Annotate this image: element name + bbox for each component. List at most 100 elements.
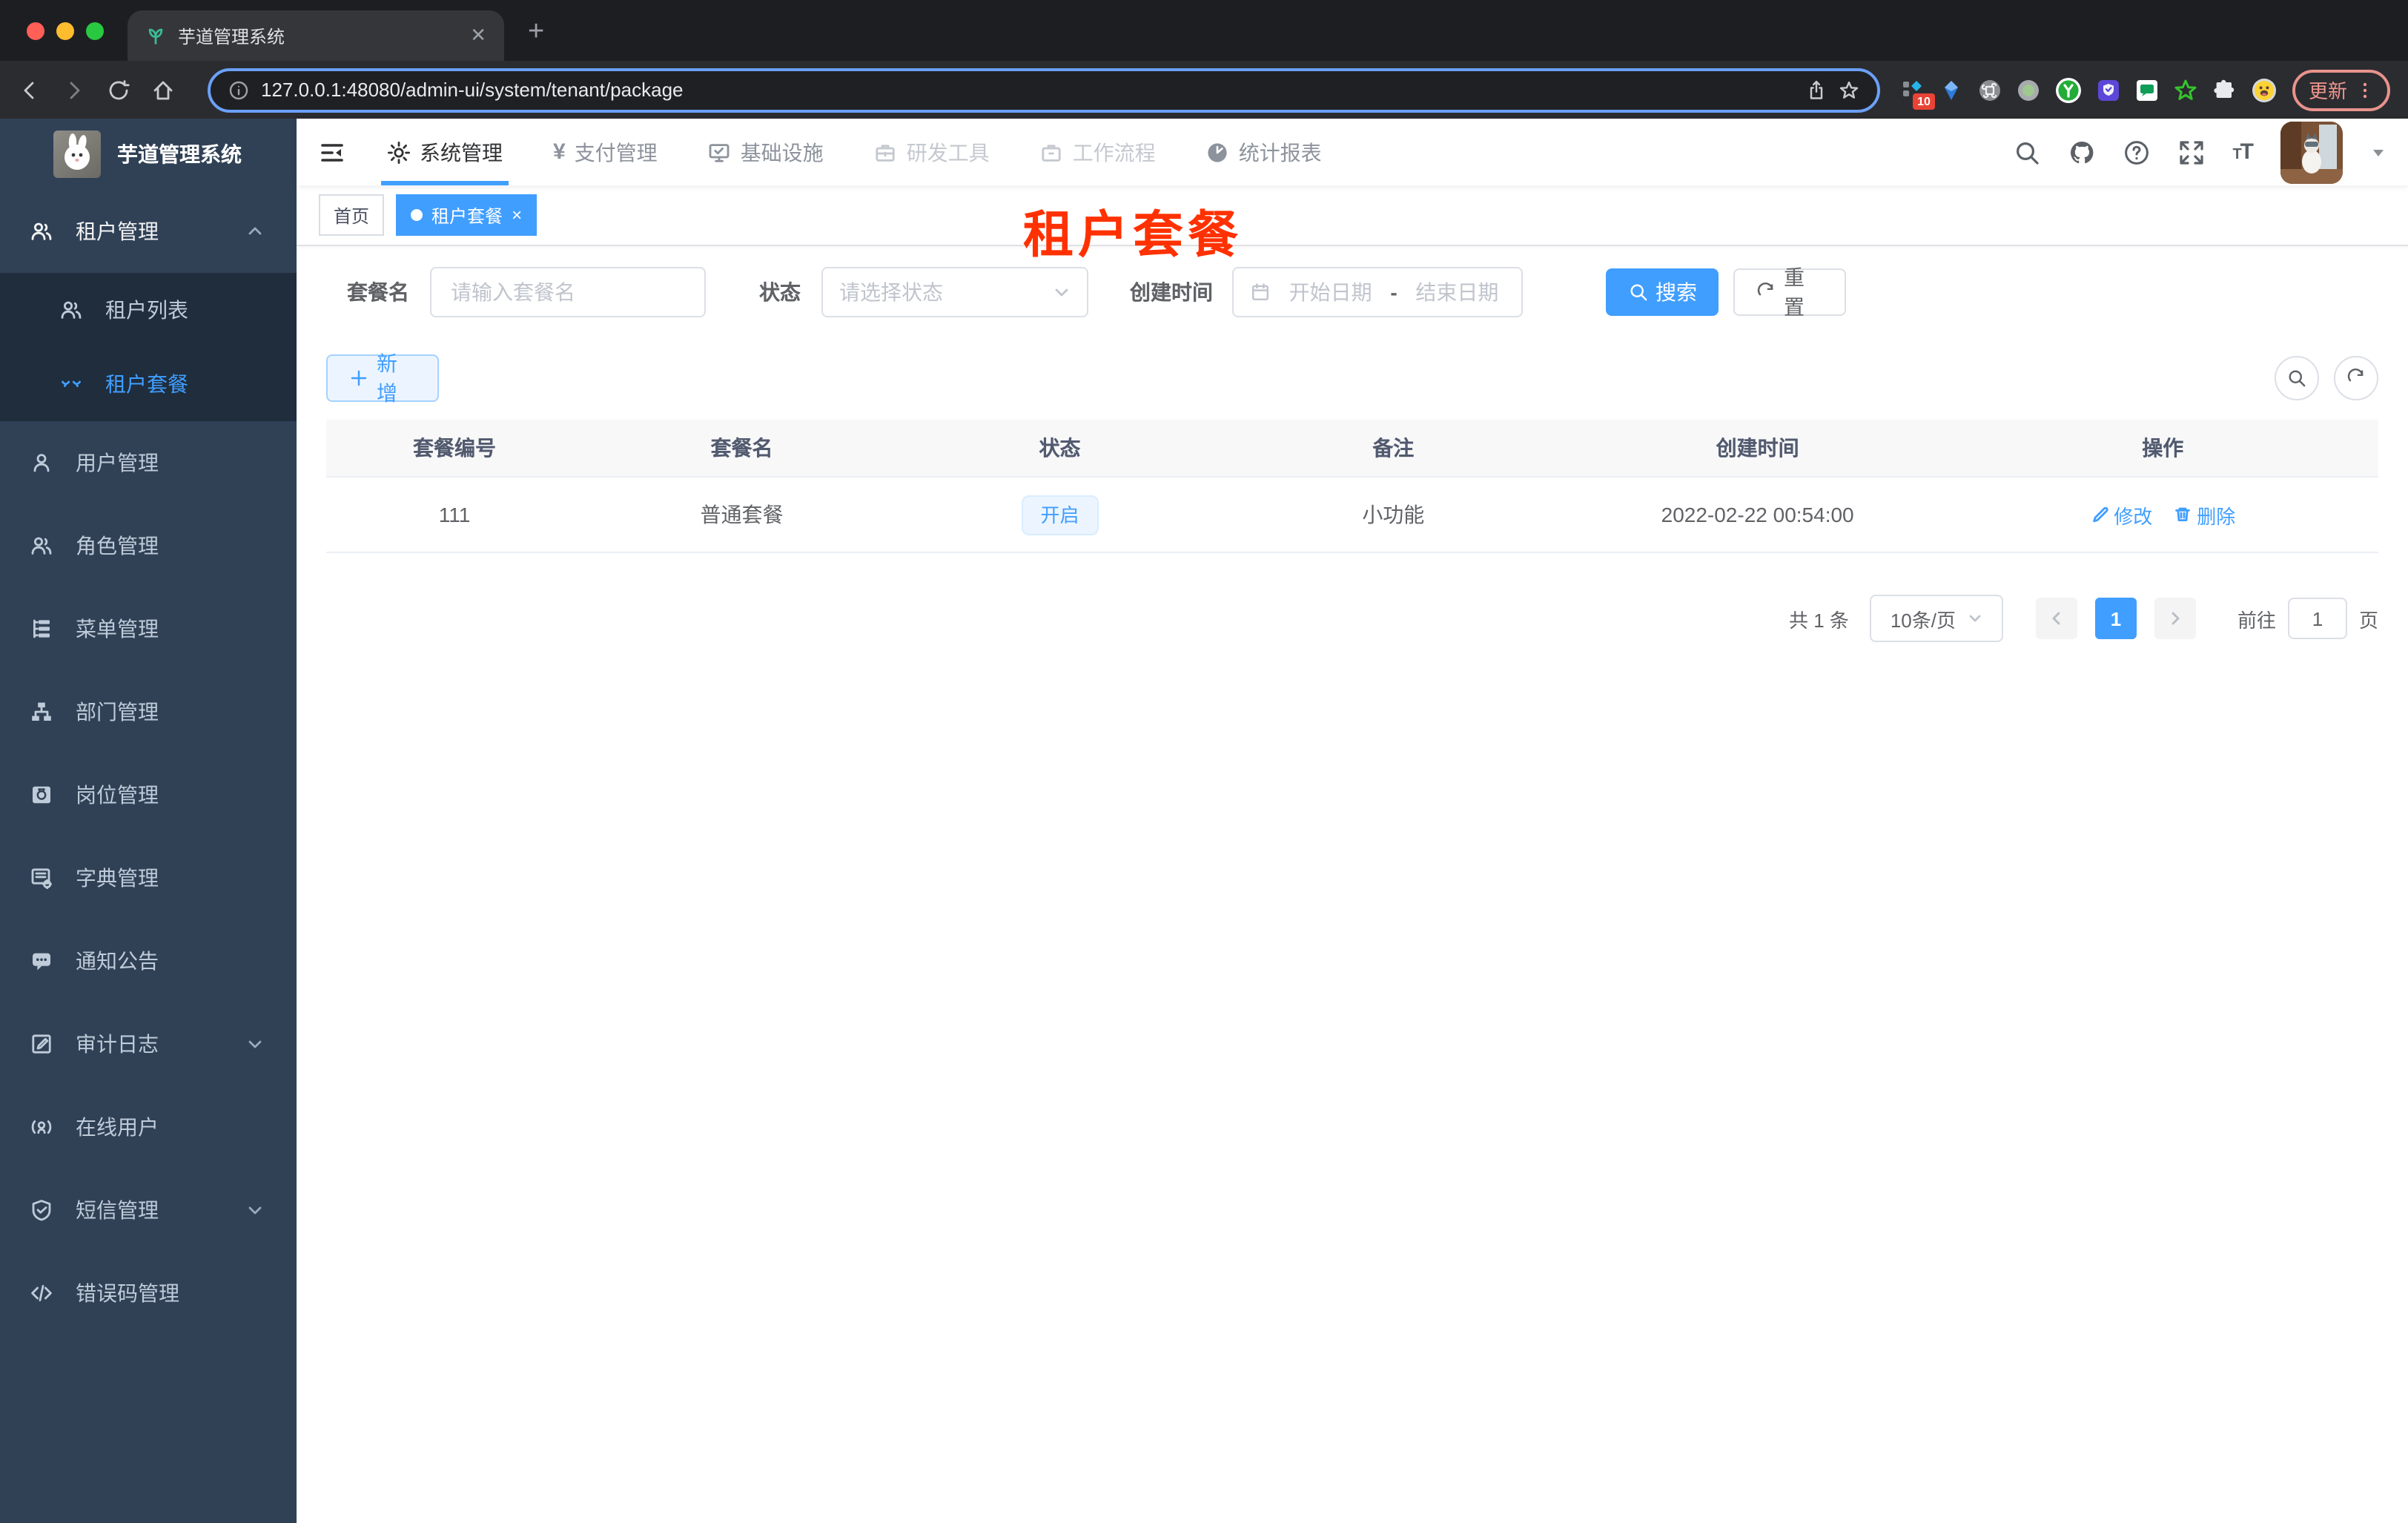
shield-extension-icon[interactable] bbox=[2097, 78, 2120, 102]
address-bar[interactable]: 127.0.0.1:48080/admin-ui/system/tenant/p… bbox=[208, 67, 1880, 112]
forward-icon[interactable] bbox=[62, 78, 86, 102]
back-icon[interactable] bbox=[18, 78, 42, 102]
table-row: 111 普通套餐 开启 小功能 2022-02-22 00:54:00 修改 删… bbox=[326, 478, 2378, 553]
tab-workflow[interactable]: 工作流程 bbox=[1034, 119, 1162, 185]
nav-label: 统计报表 bbox=[1238, 140, 1322, 164]
column-header: 操作 bbox=[2142, 436, 2184, 460]
github-icon[interactable] bbox=[2068, 139, 2094, 165]
help-icon[interactable] bbox=[2123, 139, 2149, 165]
sidebar-item-audit-log[interactable]: 审计日志 bbox=[0, 1002, 297, 1086]
page-size-select[interactable]: 10条/页 bbox=[1869, 595, 2003, 642]
chevron-up-icon bbox=[246, 222, 264, 240]
url-text: 127.0.0.1:48080/admin-ui/system/tenant/p… bbox=[261, 79, 684, 101]
star-extension-icon[interactable] bbox=[2174, 78, 2197, 102]
tab-infrastructure[interactable]: 基础设施 bbox=[702, 119, 830, 185]
sidebar-item-dept-management[interactable]: 部门管理 bbox=[0, 670, 297, 753]
refresh-table-button[interactable] bbox=[2334, 356, 2378, 400]
home-icon[interactable] bbox=[151, 78, 175, 102]
eye-closed-icon bbox=[59, 372, 83, 396]
share-icon[interactable] bbox=[1806, 79, 1827, 100]
close-window-button[interactable] bbox=[27, 22, 44, 40]
tab-statistics[interactable]: 统计报表 bbox=[1200, 119, 1328, 185]
sidebar-item-sms-management[interactable]: 短信管理 bbox=[0, 1169, 297, 1252]
package-name-label: 套餐名 bbox=[347, 280, 409, 304]
edit-link[interactable]: 修改 bbox=[2090, 500, 2152, 529]
column-header: 套餐编号 bbox=[413, 436, 496, 460]
chrome-update-button[interactable]: 更新 bbox=[2292, 69, 2390, 110]
sidebar-item-notice[interactable]: 通知公告 bbox=[0, 919, 297, 1002]
search-button[interactable]: 搜索 bbox=[1606, 268, 1719, 316]
extension-badge: 10 bbox=[1913, 93, 1935, 109]
status-select[interactable]: 请选择状态 bbox=[821, 267, 1088, 317]
page-number-button[interactable]: 1 bbox=[2094, 598, 2137, 639]
peoples-icon bbox=[30, 219, 53, 243]
app-logo[interactable]: 芋道管理系统 bbox=[0, 119, 297, 190]
sidebar-item-tenant-list[interactable]: 租户列表 bbox=[0, 273, 297, 347]
new-tab-button[interactable]: + bbox=[528, 16, 544, 49]
sidebar-item-dict-management[interactable]: 字典管理 bbox=[0, 836, 297, 919]
cell-package-id: 111 bbox=[438, 503, 471, 526]
tag-label: 首页 bbox=[334, 205, 370, 226]
nav-label: 工作流程 bbox=[1072, 140, 1156, 164]
sidebar-item-tenant-management[interactable]: 租户管理 bbox=[0, 190, 297, 273]
caret-down-icon[interactable] bbox=[2371, 145, 2386, 159]
maximize-window-button[interactable] bbox=[86, 22, 104, 40]
puzzle-extension-icon[interactable] bbox=[2212, 78, 2236, 102]
tag-home[interactable]: 首页 bbox=[319, 194, 385, 236]
status-badge: 开启 bbox=[1021, 495, 1099, 535]
command-extension-icon[interactable] bbox=[1978, 78, 2002, 102]
minimize-window-button[interactable] bbox=[56, 22, 74, 40]
show-search-button[interactable] bbox=[2275, 356, 2319, 400]
sidebar-item-menu-management[interactable]: 菜单管理 bbox=[0, 587, 297, 670]
bookmark-star-icon[interactable] bbox=[1839, 79, 1859, 100]
tree-table-icon bbox=[30, 617, 53, 641]
package-name-input[interactable] bbox=[448, 279, 688, 305]
reload-icon[interactable] bbox=[107, 78, 130, 102]
font-size-icon[interactable]: TT bbox=[2232, 139, 2254, 165]
chrome-menu-dots-icon[interactable] bbox=[2356, 81, 2374, 99]
goto-label: 前往 bbox=[2237, 609, 2276, 631]
tag-tenant-package[interactable]: 租户套餐 × bbox=[396, 194, 538, 236]
collapse-sidebar-icon[interactable] bbox=[319, 139, 345, 165]
avatar[interactable] bbox=[2280, 121, 2343, 183]
site-info-icon[interactable] bbox=[228, 79, 249, 100]
emoji-extension-icon[interactable] bbox=[2251, 76, 2278, 103]
sidebar-item-user-management[interactable]: 用户管理 bbox=[0, 421, 297, 504]
sidebar-item-label: 租户管理 bbox=[76, 219, 159, 243]
next-page-button[interactable] bbox=[2154, 598, 2196, 639]
add-button[interactable]: 新增 bbox=[326, 351, 439, 405]
search-icon[interactable] bbox=[2013, 139, 2040, 165]
online-user-icon bbox=[30, 1115, 53, 1139]
gem-extension-icon[interactable] bbox=[1939, 78, 1963, 102]
date-range-picker[interactable]: 开始日期 - 结束日期 bbox=[1232, 267, 1523, 317]
tiles-extension-icon[interactable]: 10 bbox=[1901, 78, 1935, 109]
dot-extension-icon[interactable] bbox=[2017, 78, 2040, 102]
chat-extension-icon[interactable] bbox=[2135, 78, 2159, 102]
tab-dev-tools[interactable]: 研发工具 bbox=[868, 119, 996, 185]
column-header: 状态 bbox=[1039, 436, 1081, 460]
sidebar-item-role-management[interactable]: 角色管理 bbox=[0, 504, 297, 587]
tag-close-icon[interactable]: × bbox=[512, 205, 522, 225]
header-actions: TT bbox=[2013, 121, 2386, 183]
tab-close-icon[interactable]: ✕ bbox=[470, 24, 486, 47]
org-tree-icon bbox=[30, 700, 53, 724]
y-extension-icon[interactable] bbox=[2055, 76, 2082, 103]
goto-page-input[interactable] bbox=[2287, 598, 2347, 639]
chevron-down-icon bbox=[1053, 283, 1071, 301]
browser-tab[interactable]: 芋道管理系统 ✕ bbox=[128, 10, 504, 61]
app-window: 芋道管理系统 租户管理 租户列表 租户套餐 用户管理 角色管理 菜单管理 部门管… bbox=[0, 119, 2408, 1523]
cell-actions: 修改 删除 bbox=[1948, 500, 2378, 529]
reset-button[interactable]: 重置 bbox=[1733, 265, 1846, 319]
prev-page-button[interactable] bbox=[2035, 598, 2077, 639]
sidebar-item-post-management[interactable]: 岗位管理 bbox=[0, 753, 297, 836]
sidebar-item-tenant-package[interactable]: 租户套餐 bbox=[0, 347, 297, 421]
sidebar-item-error-code[interactable]: 错误码管理 bbox=[0, 1252, 297, 1335]
status-label: 状态 bbox=[759, 280, 801, 304]
tab-payment-management[interactable]: ¥ 支付管理 bbox=[547, 119, 664, 185]
sidebar-item-online-users[interactable]: 在线用户 bbox=[0, 1086, 297, 1169]
post-badge-icon bbox=[30, 783, 53, 807]
fullscreen-icon[interactable] bbox=[2177, 139, 2204, 165]
delete-link[interactable]: 删除 bbox=[2173, 500, 2235, 529]
tab-system-management[interactable]: 系统管理 bbox=[381, 119, 509, 185]
add-button-label: 新增 bbox=[377, 351, 397, 405]
